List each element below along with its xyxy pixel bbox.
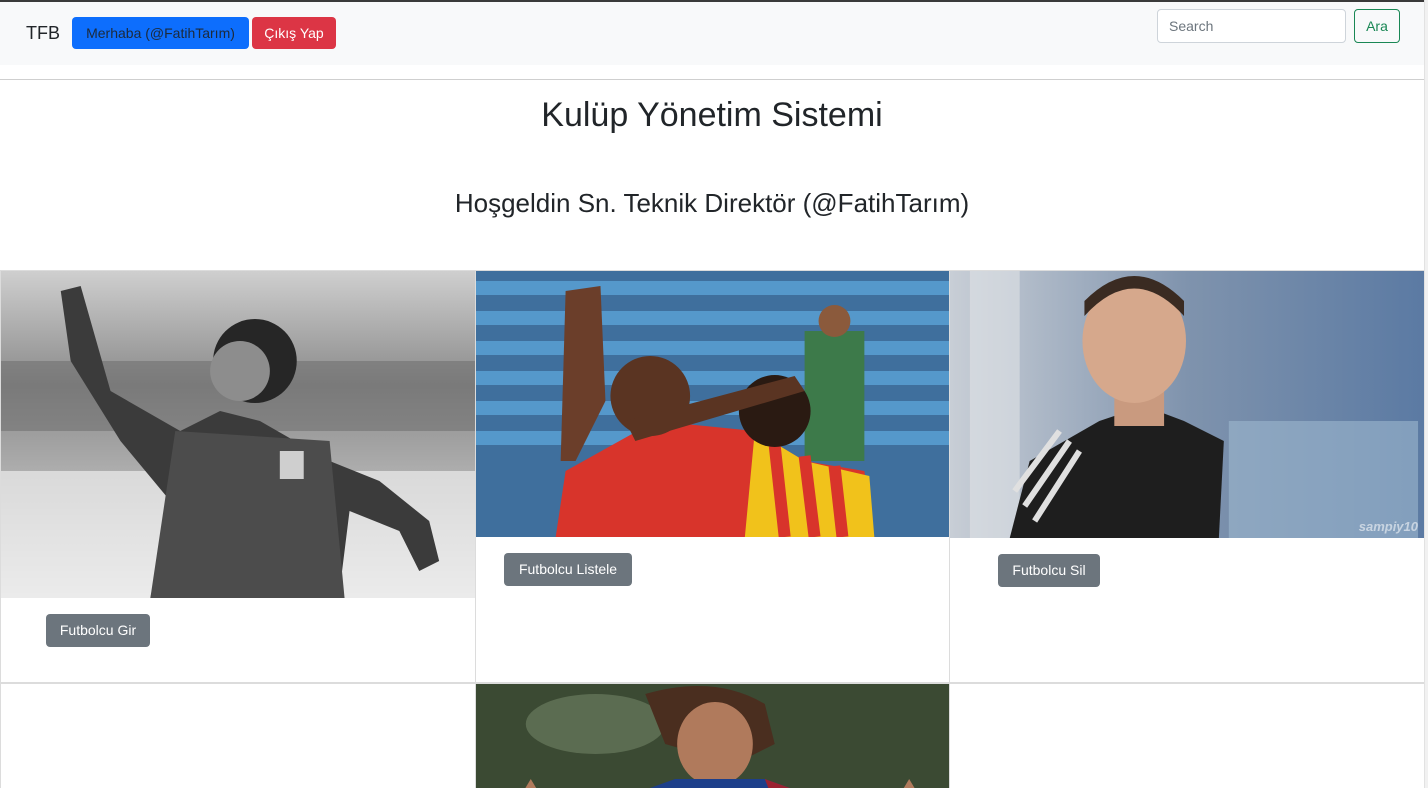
- add-player-button[interactable]: Futbolcu Gir: [46, 614, 150, 647]
- logout-button[interactable]: Çıkış Yap: [252, 17, 336, 49]
- photo-watermark: sampiy10: [1358, 519, 1418, 534]
- scrollbar-track[interactable]: [1424, 0, 1428, 788]
- delete-player-button[interactable]: Futbolcu Sil: [998, 554, 1100, 587]
- card-empty-left: [0, 683, 476, 788]
- card-player-list: Futbolcu Listele: [475, 270, 950, 683]
- card-player-add: Futbolcu Gir: [0, 270, 476, 683]
- card-player-delete: sampiy10 Futbolcu Sil: [949, 270, 1425, 683]
- navbar: TFB Merhaba (@FatihTarım) Çıkış Yap Ara: [0, 2, 1424, 65]
- search-button[interactable]: Ara: [1354, 9, 1400, 43]
- player-photo-celebration-color: [476, 271, 949, 537]
- card-empty-right: [949, 683, 1425, 788]
- search-input[interactable]: [1157, 9, 1346, 43]
- page-title: Kulüp Yönetim Sistemi: [541, 96, 883, 134]
- divider: [0, 79, 1424, 80]
- card-player-shouting: [475, 683, 950, 788]
- player-photo-celebration-bw: [1, 271, 475, 598]
- player-photo-shouting: [476, 684, 949, 788]
- list-players-button[interactable]: Futbolcu Listele: [504, 553, 632, 586]
- greeting-button[interactable]: Merhaba (@FatihTarım): [72, 17, 249, 49]
- navbar-brand[interactable]: TFB: [26, 23, 60, 44]
- welcome-heading: Hoşgeldin Sn. Teknik Direktör (@FatihTar…: [454, 188, 970, 218]
- player-photo-portrait: sampiy10: [950, 271, 1424, 538]
